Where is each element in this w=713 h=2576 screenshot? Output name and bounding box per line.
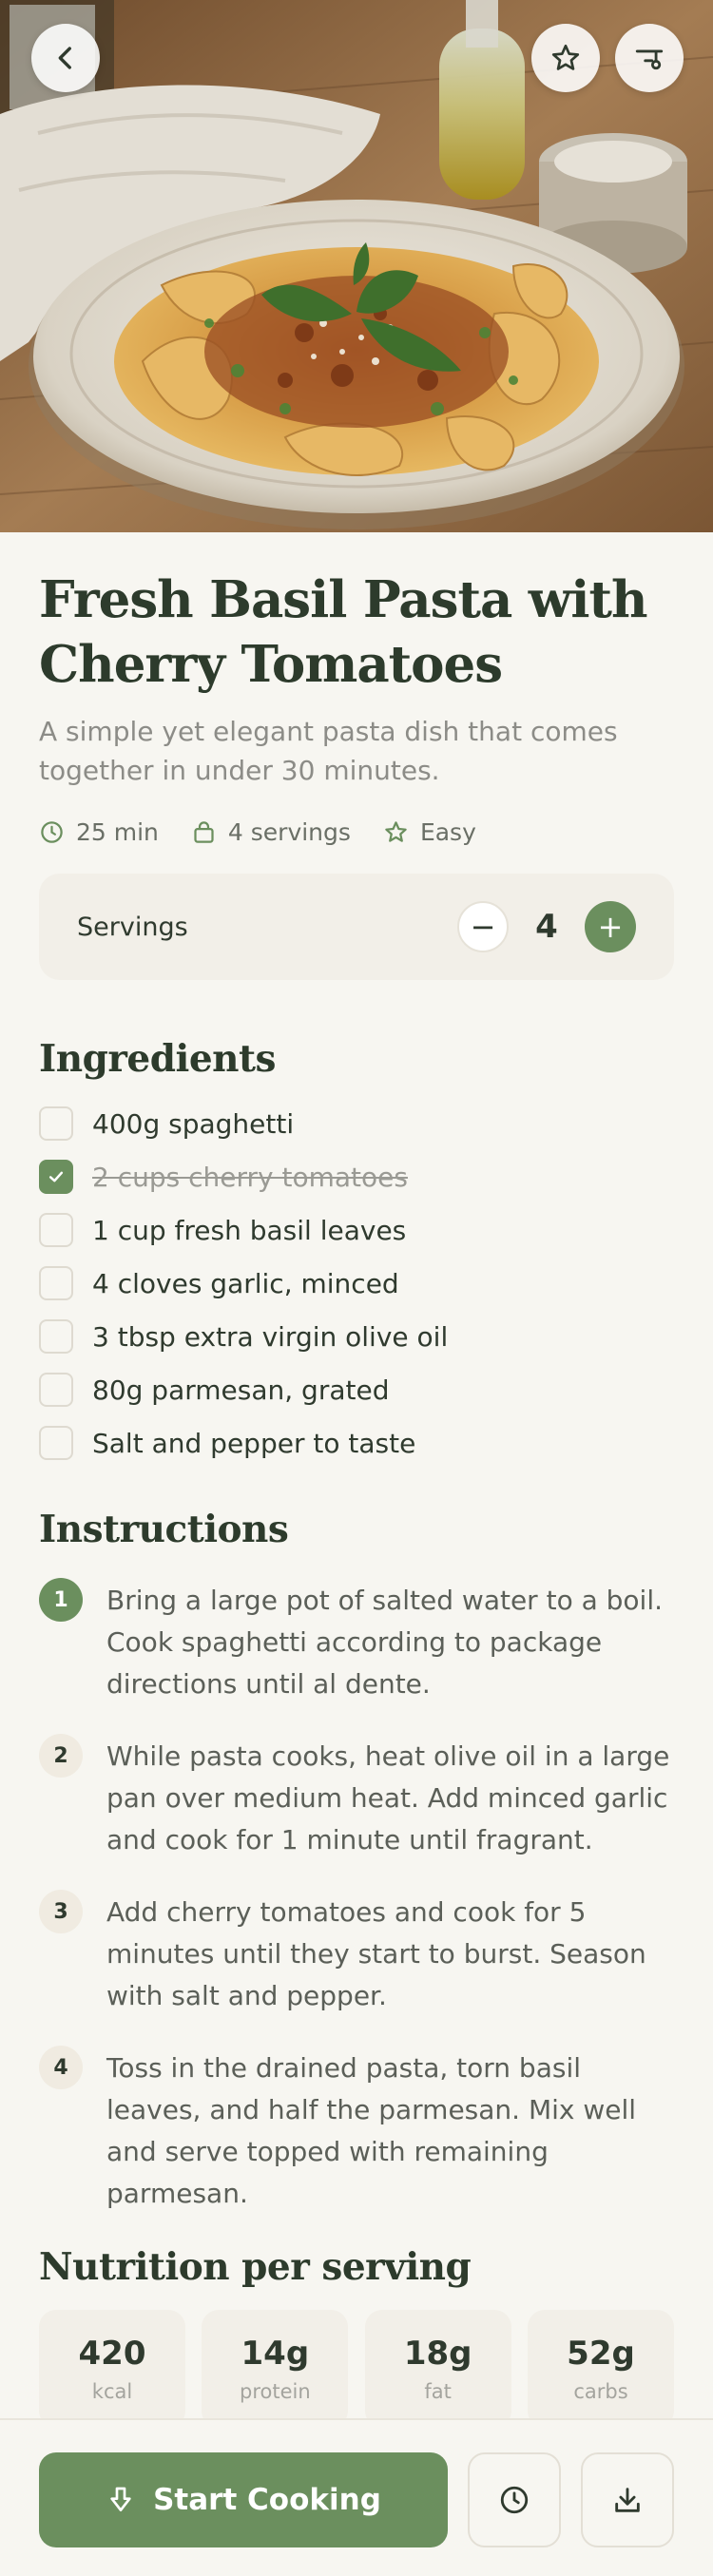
meta-difficulty-label: Easy xyxy=(419,817,476,846)
ingredient-text: 4 cloves garlic, minced xyxy=(92,1267,399,1299)
ingredient-item[interactable]: 1 cup fresh basil leaves xyxy=(39,1203,674,1257)
nutrition-card: 14g protein xyxy=(202,2310,349,2428)
step-number: 4 xyxy=(39,2046,83,2089)
instruction-step: 1 Bring a large pot of salted water to a… xyxy=(39,1578,674,1705)
meta-difficulty: Easy xyxy=(383,818,476,846)
ingredient-item[interactable]: 2 cups cherry tomatoes xyxy=(39,1150,674,1203)
step-number: 1 xyxy=(39,1578,83,1622)
nutrition-card: 52g carbs xyxy=(527,2310,674,2428)
step-text: While pasta cooks, heat olive oil in a l… xyxy=(106,1740,670,1855)
clock-icon xyxy=(41,820,63,843)
ingredient-checkbox[interactable] xyxy=(39,1213,73,1247)
ingredient-checkbox[interactable] xyxy=(39,1426,73,1460)
step-text: Add cherry tomatoes and cook for 5 minut… xyxy=(106,1896,646,2011)
recipe-meta: 25 min 4 servings Easy xyxy=(39,813,674,851)
nutrition-label: protein xyxy=(240,2380,311,2403)
ingredient-text: Salt and pepper to taste xyxy=(92,1427,416,1459)
ingredient-item[interactable]: 400g spaghetti xyxy=(39,1097,674,1150)
ingredient-item[interactable]: 80g parmesan, grated xyxy=(39,1363,674,1416)
nutrition-heading: Nutrition per serving xyxy=(39,2245,472,2289)
ingredient-checkbox[interactable] xyxy=(39,1319,73,1354)
instruction-step: 2 While pasta cooks, heat olive oil in a… xyxy=(39,1734,674,1861)
ingredient-text: 3 tbsp extra virgin olive oil xyxy=(92,1320,449,1353)
bottom-action-bar: Start Cooking xyxy=(0,2418,713,2576)
instruction-step: 4 Toss in the drained pasta, torn basil … xyxy=(39,2046,674,2215)
favorite-button[interactable] xyxy=(531,24,600,92)
instructions-heading: Instructions xyxy=(39,1508,289,1551)
ingredient-checkbox-checked[interactable] xyxy=(39,1160,73,1194)
servings-card: Servings − 4 + xyxy=(39,874,674,980)
ingredients-heading: Ingredients xyxy=(39,1037,276,1081)
ingredient-text: 2 cups cherry tomatoes xyxy=(92,1161,408,1193)
meta-time: 25 min xyxy=(39,818,159,846)
back-button[interactable] xyxy=(31,24,100,92)
ingredient-text: 1 cup fresh basil leaves xyxy=(92,1214,407,1246)
servings-stepper: − 4 + xyxy=(457,901,636,952)
meta-servings-label: 4 servings xyxy=(227,817,351,846)
bag-icon xyxy=(194,820,214,843)
decrease-servings-button[interactable]: − xyxy=(457,901,509,952)
nutrition-label: fat xyxy=(424,2380,452,2403)
nutrition-value: 420 xyxy=(78,2335,146,2373)
recipe-subtitle: A simple yet elegant pasta dish that com… xyxy=(39,716,618,786)
meta-time-label: 25 min xyxy=(76,817,159,846)
download-button[interactable] xyxy=(581,2452,674,2547)
ingredient-checkbox[interactable] xyxy=(39,1373,73,1407)
hero-image xyxy=(0,0,713,532)
servings-value: 4 xyxy=(535,908,558,946)
increase-servings-button[interactable]: + xyxy=(585,901,636,952)
servings-label: Servings xyxy=(77,912,188,942)
ingredient-checkbox[interactable] xyxy=(39,1266,73,1300)
arrow-down-icon xyxy=(110,2487,131,2511)
nutrition-label: carbs xyxy=(573,2380,628,2403)
recipe-content: Fresh Basil Pasta with Cherry Tomatoes A… xyxy=(39,532,674,2428)
download-icon xyxy=(615,2488,640,2512)
ingredient-text: 80g parmesan, grated xyxy=(92,1374,390,1406)
step-text: Toss in the drained pasta, torn basil le… xyxy=(106,2052,637,2209)
nutrition-value: 18g xyxy=(403,2335,472,2373)
step-number: 2 xyxy=(39,1734,83,1778)
ingredient-checkbox[interactable] xyxy=(39,1106,73,1141)
nutrition-value: 52g xyxy=(567,2335,635,2373)
step-number: 3 xyxy=(39,1890,83,1933)
star-outline-icon xyxy=(385,820,407,842)
check-icon xyxy=(48,1171,64,1182)
filter-icon xyxy=(635,49,664,70)
meta-servings: 4 servings xyxy=(191,818,351,846)
recipe-title: Fresh Basil Pasta with Cherry Tomatoes xyxy=(39,570,648,694)
chevron-left-icon xyxy=(58,47,71,69)
nutrition-value: 14g xyxy=(241,2335,310,2373)
ingredient-item[interactable]: 4 cloves garlic, minced xyxy=(39,1257,674,1310)
pasta-dish-illustration xyxy=(0,0,713,532)
start-cooking-label: Start Cooking xyxy=(153,2483,381,2517)
star-icon xyxy=(551,44,580,70)
clock-icon xyxy=(500,2486,529,2514)
start-cooking-button[interactable]: Start Cooking xyxy=(39,2452,448,2547)
ingredient-item[interactable]: 3 tbsp extra virgin olive oil xyxy=(39,1310,674,1363)
instruction-step: 3 Add cherry tomatoes and cook for 5 min… xyxy=(39,1890,674,2017)
nutrition-grid: 420 kcal 14g protein 18g fat 52g carbs xyxy=(39,2310,674,2428)
nutrition-label: kcal xyxy=(91,2380,133,2403)
ingredient-text: 400g spaghetti xyxy=(92,1107,295,1140)
timer-button[interactable] xyxy=(468,2452,561,2547)
step-text: Bring a large pot of salted water to a b… xyxy=(106,1585,664,1700)
nutrition-card: 18g fat xyxy=(364,2310,511,2428)
nutrition-card: 420 kcal xyxy=(39,2310,185,2428)
instructions-list: 1 Bring a large pot of salted water to a… xyxy=(39,1578,674,2215)
filter-button[interactable] xyxy=(615,24,684,92)
ingredients-list: 400g spaghetti 2 cups cherry tomatoes 1 … xyxy=(39,1097,674,1470)
ingredient-item[interactable]: Salt and pepper to taste xyxy=(39,1416,674,1470)
